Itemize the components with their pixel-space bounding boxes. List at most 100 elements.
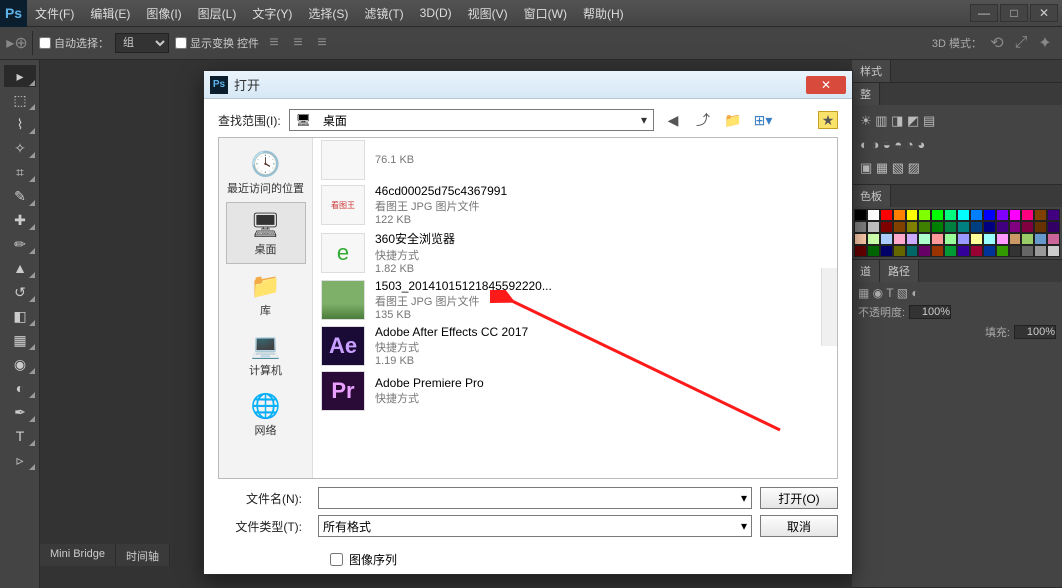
menu-layer[interactable]: 图层(L): [190, 5, 245, 22]
list-item[interactable]: e 360安全浏览器 快捷方式 1.82 KB: [313, 228, 837, 277]
menu-file[interactable]: 文件(F): [27, 5, 82, 22]
swatch[interactable]: [880, 209, 893, 221]
3d-icon-1[interactable]: ⟲: [988, 34, 1006, 52]
new-folder-button[interactable]: 📁: [722, 109, 744, 131]
pen-tool[interactable]: ✒: [4, 401, 36, 423]
type-tool[interactable]: T: [4, 425, 36, 447]
menu-window[interactable]: 窗口(W): [516, 5, 575, 22]
swatch[interactable]: [867, 245, 880, 257]
swatch[interactable]: [944, 233, 957, 245]
favorites-button[interactable]: ★: [818, 111, 838, 129]
swatch[interactable]: [1047, 245, 1060, 257]
swatch[interactable]: [970, 209, 983, 221]
channels-tab[interactable]: 道: [852, 260, 880, 282]
magic-wand-tool[interactable]: ✧: [4, 137, 36, 159]
history-brush-tool[interactable]: ↺: [4, 281, 36, 303]
swatch[interactable]: [944, 221, 957, 233]
swatch[interactable]: [1021, 245, 1034, 257]
swatch[interactable]: [970, 245, 983, 257]
swatch[interactable]: [918, 233, 931, 245]
swatch[interactable]: [931, 221, 944, 233]
swatch[interactable]: [880, 221, 893, 233]
swatch[interactable]: [983, 221, 996, 233]
swatch[interactable]: [944, 245, 957, 257]
blur-tool[interactable]: ◉: [4, 353, 36, 375]
list-item[interactable]: 76.1 KB: [313, 138, 837, 182]
swatch[interactable]: [906, 233, 919, 245]
swatch[interactable]: [983, 209, 996, 221]
menu-image[interactable]: 图像(I): [138, 5, 189, 22]
place-computer[interactable]: 💻 计算机: [226, 324, 306, 384]
place-network[interactable]: 🌐 网络: [226, 384, 306, 444]
cancel-button[interactable]: 取消: [760, 515, 838, 537]
swatch[interactable]: [893, 245, 906, 257]
swatch[interactable]: [893, 209, 906, 221]
swatch[interactable]: [893, 233, 906, 245]
list-item[interactable]: 看图王 46cd00025d75c4367991 看图王 JPG 图片文件 12…: [313, 182, 837, 228]
swatch[interactable]: [854, 209, 867, 221]
swatch[interactable]: [1034, 233, 1047, 245]
maximize-button[interactable]: □: [1000, 4, 1028, 22]
swatch[interactable]: [957, 245, 970, 257]
dialog-close-button[interactable]: ✕: [806, 76, 846, 94]
swatch[interactable]: [983, 245, 996, 257]
swatch[interactable]: [996, 245, 1009, 257]
mini-bridge-tab[interactable]: Mini Bridge: [40, 544, 116, 566]
move-tool[interactable]: ▸: [4, 65, 36, 87]
swatch[interactable]: [1021, 221, 1034, 233]
swatch[interactable]: [1009, 233, 1022, 245]
dodge-tool[interactable]: ◐: [4, 377, 36, 399]
list-item[interactable]: Ae Adobe After Effects CC 2017 快捷方式 1.19…: [313, 323, 837, 369]
swatch[interactable]: [931, 233, 944, 245]
auto-select-combo[interactable]: 组: [115, 33, 169, 53]
list-item[interactable]: Pr Adobe Premiere Pro 快捷方式: [313, 369, 837, 413]
swatch[interactable]: [918, 221, 931, 233]
swatch[interactable]: [1047, 233, 1060, 245]
swatch[interactable]: [854, 221, 867, 233]
menu-help[interactable]: 帮助(H): [575, 5, 632, 22]
swatch[interactable]: [893, 221, 906, 233]
swatch[interactable]: [1009, 221, 1022, 233]
minimize-button[interactable]: —: [970, 4, 998, 22]
swatch[interactable]: [1034, 245, 1047, 257]
swatch[interactable]: [1009, 245, 1022, 257]
swatch[interactable]: [880, 233, 893, 245]
look-in-combo[interactable]: 🖥 桌面 ▾: [289, 109, 654, 131]
eyedropper-tool[interactable]: ✎: [4, 185, 36, 207]
menu-select[interactable]: 选择(S): [300, 5, 356, 22]
swatch[interactable]: [867, 233, 880, 245]
swatch[interactable]: [1047, 209, 1060, 221]
place-desktop[interactable]: 🖥 桌面: [226, 202, 306, 264]
swatch[interactable]: [1034, 209, 1047, 221]
fill-input[interactable]: [1014, 325, 1056, 339]
lasso-tool[interactable]: ⌇: [4, 113, 36, 135]
menu-view[interactable]: 视图(V): [460, 5, 516, 22]
swatch[interactable]: [867, 209, 880, 221]
stamp-tool[interactable]: ▲: [4, 257, 36, 279]
swatch[interactable]: [906, 245, 919, 257]
menu-type[interactable]: 文字(Y): [244, 5, 300, 22]
place-libraries[interactable]: 📁 库: [226, 264, 306, 324]
paths-tab[interactable]: 路径: [880, 260, 919, 282]
swatch[interactable]: [970, 221, 983, 233]
swatch[interactable]: [1021, 209, 1034, 221]
timeline-tab[interactable]: 时间轴: [116, 544, 170, 566]
gradient-tool[interactable]: ▦: [4, 329, 36, 351]
swatch[interactable]: [1034, 221, 1047, 233]
scrollbar[interactable]: [821, 268, 837, 346]
swatch[interactable]: [1047, 221, 1060, 233]
layer-filter-icons[interactable]: ▦ ◉ T ▧ ◐: [858, 286, 1056, 300]
menu-filter[interactable]: 滤镜(T): [356, 5, 411, 22]
style-tab[interactable]: 样式: [852, 60, 891, 82]
3d-icon-3[interactable]: ✦: [1036, 34, 1054, 52]
swatch[interactable]: [867, 221, 880, 233]
list-item[interactable]: 1503_20141015121845592220... 看图王 JPG 图片文…: [313, 277, 837, 323]
swatch[interactable]: [918, 245, 931, 257]
align-icon[interactable]: ≡: [265, 34, 283, 52]
show-transform-checkbox[interactable]: 显示变换 控件: [175, 35, 259, 51]
up-button[interactable]: ⤴: [692, 109, 714, 131]
path-tool[interactable]: ▹: [4, 449, 36, 471]
3d-icon-2[interactable]: ⤢: [1012, 34, 1030, 52]
swatch[interactable]: [970, 233, 983, 245]
swatch[interactable]: [854, 233, 867, 245]
